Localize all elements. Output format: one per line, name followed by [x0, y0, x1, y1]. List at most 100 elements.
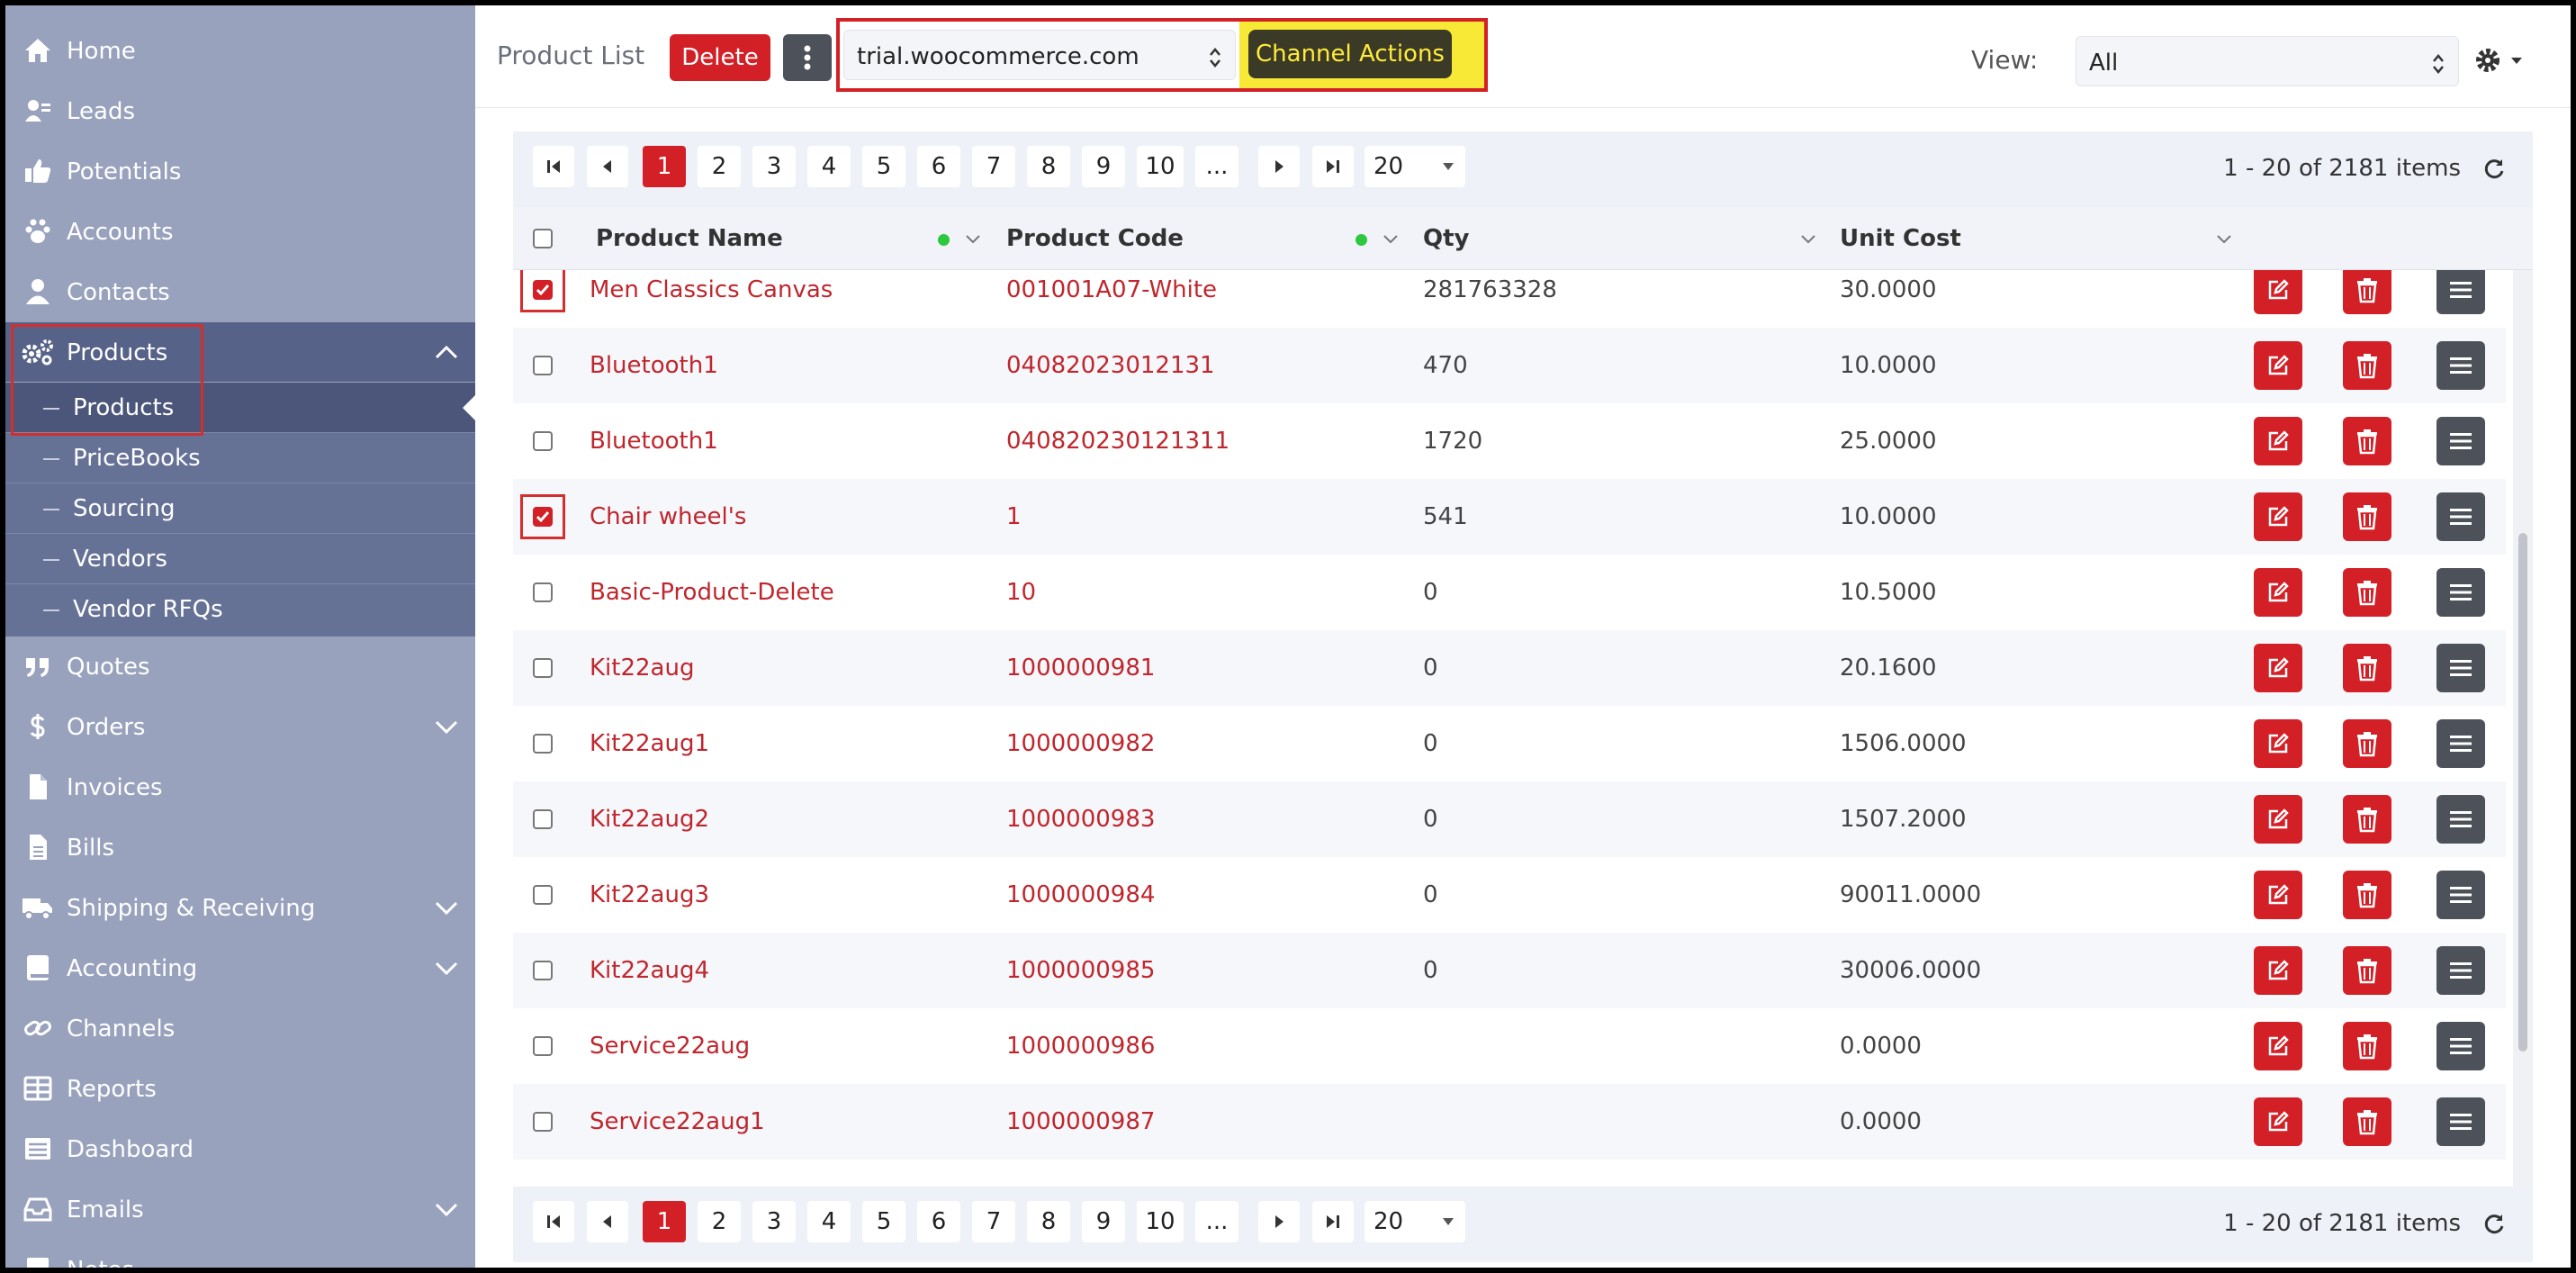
edit-button[interactable]: [2254, 795, 2302, 844]
row-menu-button[interactable]: [2436, 719, 2485, 768]
submenu-item-vendors[interactable]: Vendors: [5, 534, 475, 584]
column-menu-chevron-icon[interactable]: [2216, 234, 2232, 245]
product-name-link[interactable]: Kit22aug: [590, 655, 694, 682]
table-row[interactable]: Kit22aug4 1000000985 0 30006.0000: [513, 933, 2506, 1008]
table-row[interactable]: Service22aug1 1000000987 0.0000: [513, 1084, 2506, 1160]
column-header-product-name[interactable]: Product Name: [596, 225, 783, 252]
row-menu-button[interactable]: [2436, 644, 2485, 692]
delete-row-button[interactable]: [2343, 270, 2391, 314]
page-button[interactable]: 9: [1082, 1201, 1125, 1242]
table-row[interactable]: Kit22aug 1000000981 0 20.1600: [513, 630, 2506, 706]
more-pages-button[interactable]: ...: [1195, 1201, 1238, 1242]
row-menu-button[interactable]: [2436, 946, 2485, 995]
product-code-link[interactable]: 040820230121311: [1006, 428, 1229, 455]
submenu-item-vendor-rfqs[interactable]: Vendor RFQs: [5, 584, 475, 635]
page-button[interactable]: 3: [752, 1201, 796, 1242]
page-button[interactable]: 9: [1082, 146, 1125, 187]
page-button[interactable]: 8: [1027, 146, 1070, 187]
sidebar-item-dashboard[interactable]: Dashboard: [5, 1119, 475, 1178]
column-menu-chevron-icon[interactable]: [1383, 234, 1399, 245]
product-code-link[interactable]: 1000000987: [1006, 1108, 1155, 1135]
delete-button[interactable]: Delete: [670, 34, 770, 81]
page-button[interactable]: 5: [862, 1201, 905, 1242]
row-checkbox[interactable]: [533, 809, 553, 829]
delete-row-button[interactable]: [2343, 719, 2391, 768]
prev-page-button[interactable]: [587, 146, 628, 187]
channel-select[interactable]: trial.woocommerce.com: [843, 30, 1236, 80]
next-page-button[interactable]: [1258, 1201, 1300, 1242]
first-page-button[interactable]: [533, 146, 574, 187]
select-all-checkbox[interactable]: [533, 229, 553, 248]
product-code-link[interactable]: 04082023012131: [1006, 352, 1215, 379]
row-menu-button[interactable]: [2436, 1022, 2485, 1070]
page-button[interactable]: 3: [752, 146, 796, 187]
sidebar-item-products[interactable]: Products: [5, 322, 475, 382]
sidebar-item-potentials[interactable]: Potentials: [5, 141, 475, 201]
edit-button[interactable]: [2254, 871, 2302, 919]
edit-button[interactable]: [2254, 1022, 2302, 1070]
sidebar-item-orders[interactable]: Orders: [5, 697, 475, 756]
next-page-button[interactable]: [1258, 146, 1300, 187]
product-code-link[interactable]: 001001A07-White: [1006, 276, 1217, 303]
page-button[interactable]: 4: [807, 146, 851, 187]
row-menu-button[interactable]: [2436, 417, 2485, 465]
product-name-link[interactable]: Men Classics Canvas: [590, 276, 833, 303]
edit-button[interactable]: [2254, 719, 2302, 768]
delete-row-button[interactable]: [2343, 341, 2391, 390]
column-header-product-code[interactable]: Product Code: [1006, 225, 1184, 252]
row-menu-button[interactable]: [2436, 871, 2485, 919]
row-checkbox[interactable]: [533, 431, 553, 451]
product-name-link[interactable]: Service22aug: [590, 1033, 750, 1060]
more-options-button[interactable]: [783, 34, 832, 81]
scrollbar-thumb[interactable]: [2518, 533, 2527, 1052]
page-button[interactable]: 10: [1137, 146, 1184, 187]
row-menu-button[interactable]: [2436, 270, 2485, 314]
row-menu-button[interactable]: [2436, 492, 2485, 541]
channel-actions-button[interactable]: Channel Actions: [1248, 30, 1452, 78]
sidebar-item-contacts[interactable]: Contacts: [5, 262, 475, 321]
delete-row-button[interactable]: [2343, 795, 2391, 844]
sidebar-item-notes[interactable]: Notes: [5, 1240, 475, 1268]
row-checkbox[interactable]: [533, 507, 553, 527]
page-button[interactable]: 4: [807, 1201, 851, 1242]
product-code-link[interactable]: 1: [1006, 503, 1022, 530]
sidebar-item-accounting[interactable]: Accounting: [5, 938, 475, 998]
delete-row-button[interactable]: [2343, 871, 2391, 919]
page-button[interactable]: 6: [917, 146, 960, 187]
row-checkbox[interactable]: [533, 356, 553, 375]
product-name-link[interactable]: Bluetooth1: [590, 352, 718, 379]
product-code-link[interactable]: 1000000982: [1006, 730, 1155, 757]
sidebar-item-emails[interactable]: Emails: [5, 1179, 475, 1239]
product-code-link[interactable]: 1000000981: [1006, 655, 1155, 682]
table-row[interactable]: Kit22aug1 1000000982 0 1506.0000: [513, 706, 2506, 781]
product-name-link[interactable]: Kit22aug1: [590, 730, 709, 757]
product-name-link[interactable]: Chair wheel's: [590, 503, 746, 530]
submenu-item-sourcing[interactable]: Sourcing: [5, 483, 475, 534]
sidebar-item-accounts[interactable]: Accounts: [5, 202, 475, 261]
delete-row-button[interactable]: [2343, 946, 2391, 995]
delete-row-button[interactable]: [2343, 1097, 2391, 1146]
delete-row-button[interactable]: [2343, 1022, 2391, 1070]
column-menu-chevron-icon[interactable]: [1800, 234, 1816, 245]
edit-button[interactable]: [2254, 492, 2302, 541]
sidebar-item-bills[interactable]: Bills: [5, 817, 475, 877]
last-page-button[interactable]: [1312, 1201, 1354, 1242]
page-size-select[interactable]: 20: [1365, 146, 1465, 187]
product-code-link[interactable]: 1000000986: [1006, 1033, 1155, 1060]
edit-button[interactable]: [2254, 270, 2302, 314]
edit-button[interactable]: [2254, 946, 2302, 995]
product-name-link[interactable]: Service22aug1: [590, 1108, 765, 1135]
product-name-link[interactable]: Basic-Product-Delete: [590, 579, 834, 606]
sidebar-item-quotes[interactable]: Quotes: [5, 636, 475, 696]
product-code-link[interactable]: 10: [1006, 579, 1036, 606]
edit-button[interactable]: [2254, 568, 2302, 617]
product-name-link[interactable]: Kit22aug4: [590, 957, 709, 984]
sidebar-item-reports[interactable]: Reports: [5, 1059, 475, 1118]
sidebar-item-home[interactable]: Home: [5, 21, 475, 80]
page-button[interactable]: 7: [972, 1201, 1015, 1242]
column-header-unit-cost[interactable]: Unit Cost: [1840, 225, 1961, 252]
page-button[interactable]: 1: [643, 146, 686, 187]
delete-row-button[interactable]: [2343, 417, 2391, 465]
page-button[interactable]: 7: [972, 146, 1015, 187]
table-row[interactable]: Service22aug 1000000986 0.0000: [513, 1008, 2506, 1084]
